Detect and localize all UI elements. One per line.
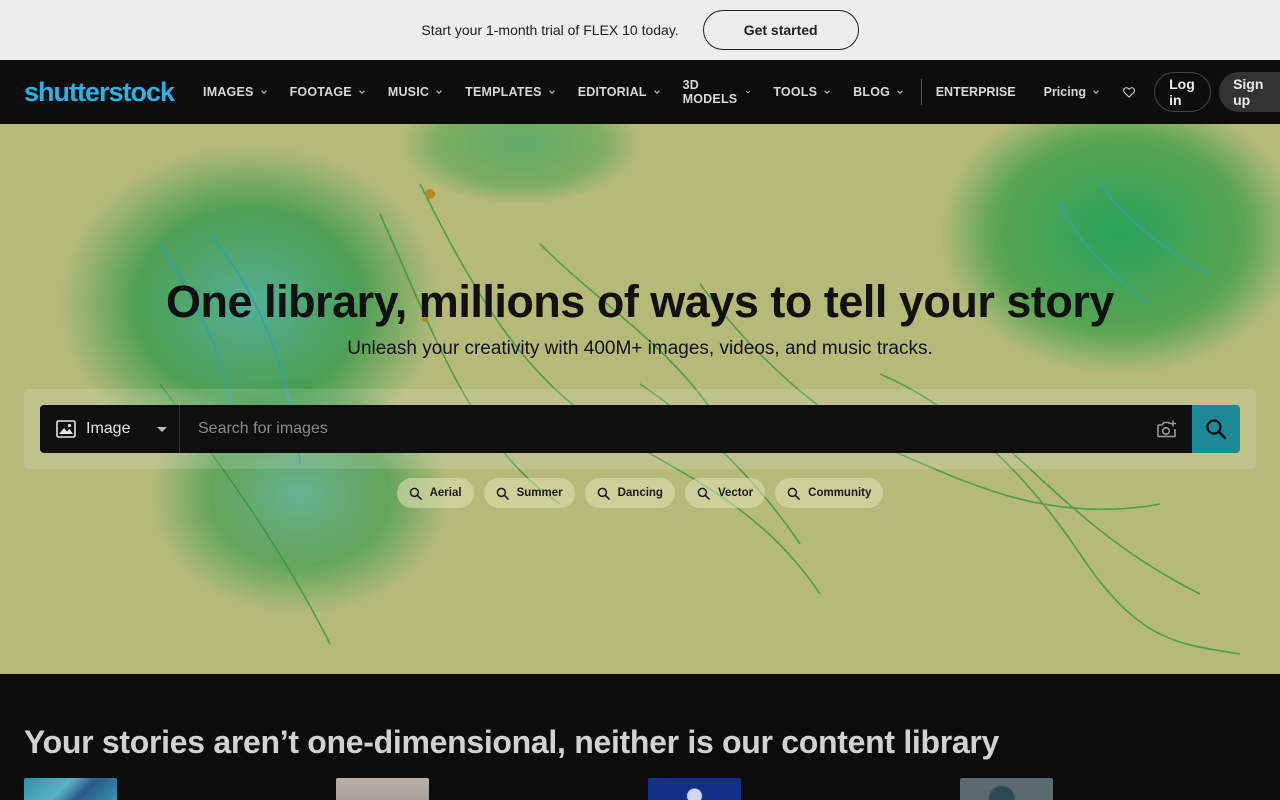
page: Start your 1-month trial of FLEX 10 toda… (0, 0, 1280, 800)
hero-content: One library, millions of ways to tell yo… (0, 124, 1280, 674)
nav-item-label: EDITORIAL (577, 85, 647, 99)
chevron-down-icon (746, 90, 751, 94)
nav-item-editorial[interactable]: EDITORIAL (577, 60, 672, 124)
suggested-searches: Aerial Summer Dancing Vector Community (0, 478, 1280, 508)
search-icon (787, 487, 801, 500)
chip-label: Dancing (617, 487, 663, 499)
search-bar: Image (40, 405, 1240, 453)
login-button[interactable]: Log in (1154, 72, 1212, 112)
nav-item-label: FOOTAGE (289, 85, 352, 99)
image-icon (56, 420, 76, 438)
chip-aerial[interactable]: Aerial (396, 478, 474, 508)
search-icon (409, 487, 422, 500)
chevron-down-icon (1093, 90, 1099, 95)
camera-search-button[interactable] (1142, 405, 1192, 453)
nav-item-blog[interactable]: BLOG (852, 60, 915, 124)
nav-item-label: BLOG (853, 85, 891, 99)
search-type-label: Image (86, 420, 131, 437)
thumbnail-image[interactable] (648, 778, 741, 800)
nav-item-tools[interactable]: TOOLS (772, 60, 842, 124)
camera-search-icon (1157, 420, 1176, 438)
hero-subtitle: Unleash your creativity with 400M+ image… (347, 338, 933, 359)
search-icon (597, 487, 610, 500)
thumbnail-row (24, 778, 1053, 800)
nav-item-music[interactable]: MUSIC (387, 60, 454, 124)
chip-label: Aerial (429, 487, 462, 499)
search-panel: Image (24, 389, 1256, 469)
chip-label: Vector (717, 487, 754, 499)
chevron-down-icon (359, 90, 365, 95)
chevron-down-icon (436, 90, 442, 95)
promo-banner: Start your 1-month trial of FLEX 10 toda… (0, 0, 1280, 60)
shutterstock-logo[interactable]: shutterstock (24, 76, 175, 107)
section-title: Your stories aren’t one-dimensional, nei… (24, 724, 1000, 760)
get-started-button[interactable]: Get started (702, 10, 859, 50)
chevron-down-icon (824, 90, 830, 95)
top-nav: shutterstock IMAGES FOOTAGE MUSIC TEMPLA… (0, 60, 1280, 124)
nav-menu: IMAGES FOOTAGE MUSIC TEMPLATES EDITORIAL… (202, 60, 925, 124)
heart-icon[interactable] (1122, 81, 1136, 103)
nav-item-templates[interactable]: TEMPLATES (464, 60, 567, 124)
hero-title: One library, millions of ways to tell yo… (166, 276, 1114, 327)
nav-item-label: MUSIC (387, 85, 430, 99)
chip-dancing[interactable]: Dancing (584, 478, 675, 508)
nav-item-label: Pricing (1043, 85, 1086, 99)
nav-item-enterprise[interactable]: ENTERPRISE (936, 85, 1016, 99)
nav-item-label: TEMPLATES (465, 85, 542, 99)
nav-item-3d-models[interactable]: 3D MODELS (682, 60, 763, 124)
search-icon (1206, 419, 1227, 440)
search-button[interactable] (1192, 405, 1240, 453)
thumbnail-image[interactable] (336, 778, 429, 800)
hero-section: One library, millions of ways to tell yo… (0, 124, 1280, 674)
thumbnail-image[interactable] (24, 778, 117, 800)
chevron-down-icon (548, 90, 555, 95)
chevron-down-icon (897, 90, 903, 95)
logo-text: shutterstock (24, 76, 175, 107)
search-type-dropdown[interactable]: Image (40, 405, 180, 453)
nav-item-label: 3D MODELS (682, 78, 738, 106)
chip-label: Community (808, 487, 872, 499)
nav-item-images[interactable]: IMAGES (202, 60, 279, 124)
nav-item-label: IMAGES (203, 85, 254, 99)
content-library-section: Your stories aren’t one-dimensional, nei… (0, 674, 1280, 800)
chevron-down-icon (653, 90, 660, 95)
nav-divider (921, 79, 922, 105)
signup-button[interactable]: Sign up (1219, 72, 1280, 112)
caret-down-icon (157, 426, 167, 432)
search-input[interactable] (180, 405, 1142, 453)
chevron-down-icon (260, 90, 267, 95)
promo-text: Start your 1-month trial of FLEX 10 toda… (421, 22, 679, 38)
chip-label: Summer (516, 487, 563, 499)
nav-item-pricing[interactable]: Pricing (1044, 85, 1100, 99)
chip-community[interactable]: Community (775, 478, 884, 508)
chip-vector[interactable]: Vector (684, 478, 766, 508)
search-icon (697, 487, 710, 500)
nav-item-footage[interactable]: FOOTAGE (289, 60, 377, 124)
nav-item-label: TOOLS (773, 85, 818, 99)
thumbnail-image[interactable] (960, 778, 1053, 800)
search-icon (496, 487, 509, 500)
chip-summer[interactable]: Summer (483, 478, 575, 508)
